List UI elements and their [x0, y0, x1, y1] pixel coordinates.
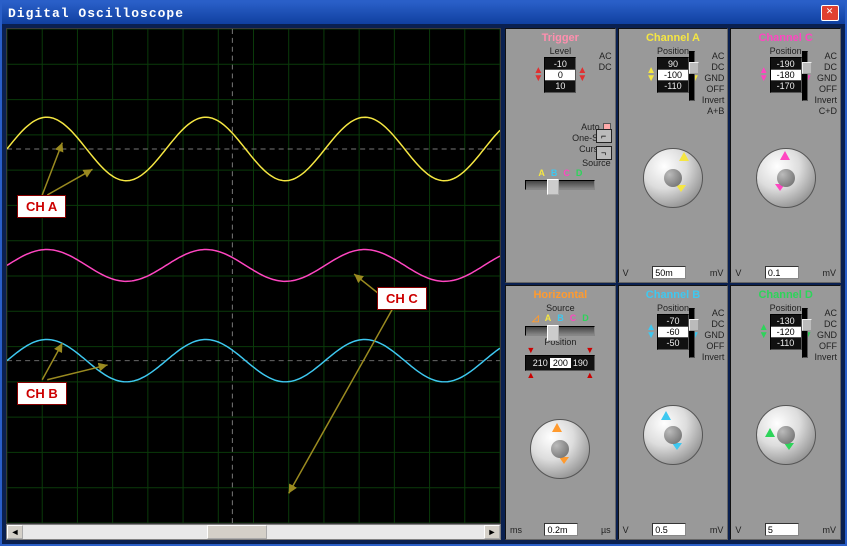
trigger-level-label: Level — [510, 46, 611, 56]
panel-channel-a: Channel A Position ▲▼ 90 -100 -110 ▲▼ AC… — [618, 28, 729, 283]
horiz-pos-display[interactable]: 210 200 190 — [525, 355, 595, 371]
ch-b-scale-knob[interactable] — [643, 405, 703, 465]
ch-d-title: Channel D — [735, 289, 836, 301]
panel-horizontal: Horizontal Source ◿ A B C D Position ▼▼ … — [505, 285, 616, 540]
trigger-level-display[interactable]: -10 0 10 — [544, 57, 576, 93]
trigger-dc[interactable]: DC — [599, 62, 612, 72]
ch-a-coupling-slider[interactable] — [689, 51, 695, 101]
scroll-thumb[interactable] — [207, 525, 267, 539]
label-ch-c: CH C — [377, 287, 427, 310]
ch-c-dc[interactable]: DC — [814, 62, 837, 72]
ch-b-pos-arrows[interactable]: ▲▼ — [646, 324, 656, 340]
trigger-src-b[interactable]: B — [551, 168, 558, 178]
control-panels: Trigger Level ▲▼ -10 0 10 ▲▼ AC DC ⌐ — [505, 28, 841, 540]
horizontal-source-slider[interactable] — [525, 326, 595, 336]
label-ch-b: CH B — [17, 382, 67, 405]
horizontal-scrollbar[interactable]: ◄ ► — [6, 524, 501, 540]
trigger-title: Trigger — [510, 32, 611, 44]
scope-area: CH A CH B CH C ◄ ► — [6, 28, 501, 540]
trigger-src-a[interactable]: A — [538, 168, 545, 178]
label-ch-a: CH A — [17, 195, 66, 218]
ch-b-value-input[interactable] — [652, 523, 686, 536]
ch-d-gnd[interactable]: GND — [814, 330, 837, 340]
ch-d-coupling-slider[interactable] — [802, 308, 808, 358]
scroll-right-button[interactable]: ► — [484, 525, 500, 539]
ch-a-unit-mv: mV — [710, 268, 724, 278]
close-button[interactable]: ✕ — [821, 5, 839, 21]
horizontal-timebase-knob[interactable] — [530, 419, 590, 479]
ch-c-off[interactable]: OFF — [814, 84, 837, 94]
horizontal-title: Horizontal — [510, 289, 611, 301]
window-title: Digital Oscilloscope — [8, 6, 184, 21]
ch-d-pos-arrows[interactable]: ▲▼ — [759, 324, 769, 340]
ch-c-pos-display[interactable]: -190 -180 -170 — [770, 57, 802, 93]
horizontal-value-input[interactable] — [544, 523, 578, 536]
ch-b-coupling-slider[interactable] — [689, 308, 695, 358]
ch-c-title: Channel C — [735, 32, 836, 44]
ch-c-ac[interactable]: AC — [814, 51, 837, 61]
horiz-src-b[interactable]: B — [557, 313, 564, 324]
trigger-src-d[interactable]: D — [576, 168, 583, 178]
ch-b-dc[interactable]: DC — [702, 319, 725, 329]
ch-d-off[interactable]: OFF — [814, 341, 837, 351]
scroll-left-button[interactable]: ◄ — [7, 525, 23, 539]
ch-a-title: Channel A — [623, 32, 724, 44]
ch-d-value-input[interactable] — [765, 523, 799, 536]
scope-display[interactable]: CH A CH B CH C — [6, 28, 501, 524]
ch-a-gnd[interactable]: GND — [702, 73, 725, 83]
ch-d-ac[interactable]: AC — [814, 308, 837, 318]
ch-c-pos-arrows[interactable]: ▲▼ — [759, 67, 769, 83]
trigger-source-row: A B C D — [510, 168, 611, 178]
ch-c-gnd[interactable]: GND — [814, 73, 837, 83]
trigger-ac[interactable]: AC — [599, 51, 612, 61]
horiz-src-a[interactable]: A — [545, 313, 552, 324]
trigger-src-c[interactable]: C — [563, 168, 570, 178]
ch-a-unit-v: V — [623, 268, 629, 278]
ch-c-coupling-slider[interactable] — [802, 51, 808, 101]
ch-a-dc[interactable]: DC — [702, 62, 725, 72]
panel-channel-b: Channel B Position ▲▼ -70 -60 -50 ▲▼ AC … — [618, 285, 729, 540]
ch-b-ac[interactable]: AC — [702, 308, 725, 318]
trigger-rising-edge[interactable]: ⌐ — [596, 129, 612, 143]
waveform-canvas — [7, 29, 500, 523]
oscilloscope-window: Digital Oscilloscope ✕ CH A CH B CH C ◄ … — [0, 0, 847, 546]
ch-d-scale-knob[interactable] — [756, 405, 816, 465]
ch-c-value-input[interactable] — [765, 266, 799, 279]
ch-b-pos-display[interactable]: -70 -60 -50 — [657, 314, 689, 350]
ch-a-off[interactable]: OFF — [702, 84, 725, 94]
ch-a-pos-display[interactable]: 90 -100 -110 — [657, 57, 689, 93]
ch-a-ac[interactable]: AC — [702, 51, 725, 61]
ch-d-pos-display[interactable]: -130 -120 -110 — [770, 314, 802, 350]
ch-a-pos-arrows[interactable]: ▲▼ — [646, 67, 656, 83]
titlebar: Digital Oscilloscope ✕ — [2, 2, 845, 24]
ch-d-dc[interactable]: DC — [814, 319, 837, 329]
content: CH A CH B CH C ◄ ► Trigger Level ▲▼ -10 — [2, 24, 845, 544]
ch-b-title: Channel B — [623, 289, 724, 301]
ch-b-off[interactable]: OFF — [702, 341, 725, 351]
panel-channel-c: Channel C Position ▲▼ -190 -180 -170 ▲▼ … — [730, 28, 841, 283]
scroll-track[interactable] — [23, 525, 484, 539]
ch-a-value-input[interactable] — [652, 266, 686, 279]
ch-a-scale-knob[interactable] — [643, 148, 703, 208]
horiz-src-d[interactable]: D — [582, 313, 589, 324]
horiz-src-icon: ◿ — [532, 313, 539, 324]
trigger-level-arrows[interactable]: ▲▼ — [533, 67, 543, 83]
horiz-pos-arrows-bot[interactable]: ▲▲ — [510, 372, 611, 379]
trigger-source-slider[interactable] — [525, 180, 595, 190]
ch-b-gnd[interactable]: GND — [702, 330, 725, 340]
horiz-src-c[interactable]: C — [570, 313, 577, 324]
panel-trigger: Trigger Level ▲▼ -10 0 10 ▲▼ AC DC ⌐ — [505, 28, 616, 283]
ch-c-scale-knob[interactable] — [756, 148, 816, 208]
panel-channel-d: Channel D Position ▲▼ -130 -120 -110 ▲▼ … — [730, 285, 841, 540]
trigger-falling-edge[interactable]: ¬ — [596, 146, 612, 160]
horiz-pos-arrows-top[interactable]: ▼▼ — [510, 347, 611, 354]
